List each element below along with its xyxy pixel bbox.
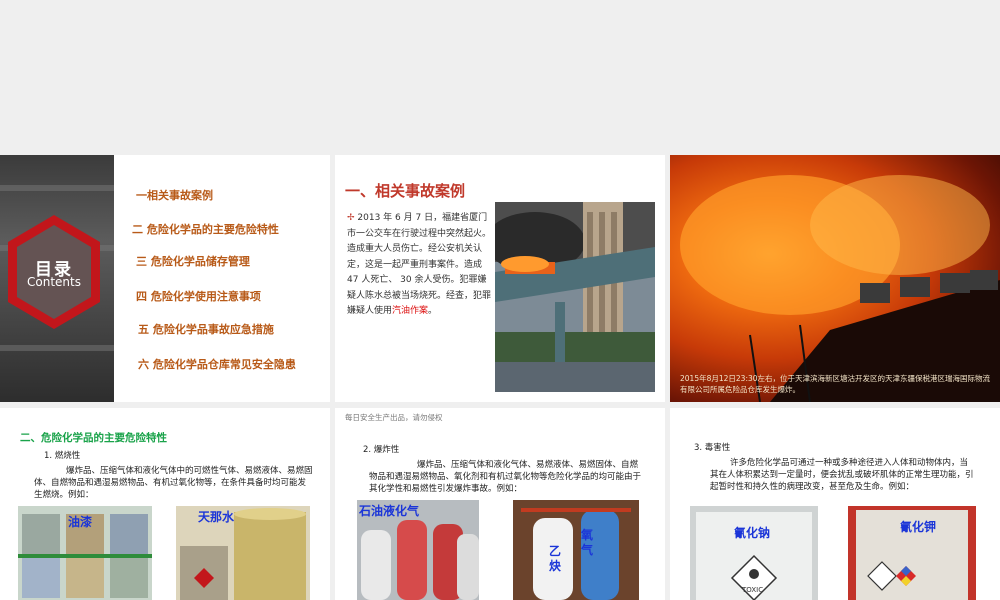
toc-item: 二 危险化学品的主要危险特性 — [132, 223, 279, 236]
slide-thumbnail-contents[interactable]: 目录 Contents 一相关事故案例 二 危险化学品的主要危险特性 三 危险化… — [0, 155, 330, 402]
paragraph: 爆炸品、压缩气体和液化气体、易燃液体、易燃固体、自燃物品和遇湿易燃物品、氧化剂和… — [369, 460, 642, 494]
slide-thumbnail-explosion[interactable]: 2015年8月12日23:30左右，位于天津滨海新区塘沽开发区的天津东疆保税港区… — [670, 155, 1000, 402]
lpg-cylinders-photo: 石油液化气 — [357, 500, 479, 600]
contents-hexagon: 目录 Contents — [6, 213, 102, 331]
slide-thumbnail-case[interactable]: 一、相关事故案例 ✢ 2013 年 6 月 7 日，福建省厦门市一公交车在行驶过… — [335, 155, 665, 402]
photo-label: 氰化钠 — [734, 526, 771, 540]
subheading: 2. 爆炸性 — [363, 445, 400, 455]
photo-label: 石油液化气 — [359, 504, 420, 518]
potassium-cyanide-photo: 氰化钾 — [848, 506, 976, 600]
paragraph: 爆炸品、压缩气体和液化气体中的可燃性气体、易燃液体、易燃固体、自燃物品和遇湿易燃… — [34, 466, 313, 500]
slide-thumbnail-flammability[interactable]: 二、危险化学品的主要危险特性 1. 燃烧性 爆炸品、压缩气体和液化气体中的可燃性… — [0, 408, 330, 600]
bullet-icon: ✢ — [347, 213, 355, 223]
paint-cans-photo: 油漆 — [18, 506, 152, 600]
case-text-end: 。 — [428, 306, 438, 316]
slide-thumbnail-toxicity[interactable]: 3. 毒害性 许多危险化学品可通过一种或多种途径进入人体和动物体内，当其在人体积… — [670, 408, 1000, 600]
toc-item: 一相关事故案例 — [136, 189, 213, 202]
case-text: 2013 年 6 月 7 日，福建省厦门市一公交车在行驶过程中突然起火。造成重大… — [347, 213, 492, 316]
toc-item: 六 危险化学品仓库常见安全隐患 — [138, 358, 296, 371]
case-highlight: 汽油作案 — [392, 306, 429, 316]
toc-item: 五 危险化学品事故应急措施 — [138, 323, 274, 336]
contents-subtitle: Contents — [27, 275, 81, 289]
photo-caption: 2015年8月12日23:30左右，位于天津滨海新区塘沽开发区的天津东疆保税港区… — [680, 374, 991, 394]
subheading: 3. 毒害性 — [694, 443, 731, 453]
toc-item: 三 危险化学品储存管理 — [136, 255, 250, 268]
blank-top-area — [0, 0, 1000, 150]
case-description: ✢ 2013 年 6 月 7 日，福建省厦门市一公交车在行驶过程中突然起火。造成… — [347, 211, 495, 320]
photo-label: 氰化钾 — [900, 520, 937, 534]
slide-thumbnail-explosiveness[interactable]: 每日安全生产出品，请勿侵权 2. 爆炸性 爆炸品、压缩气体和液化气体、易燃液体、… — [335, 408, 665, 600]
subheading: 1. 燃烧性 — [44, 451, 81, 461]
photo-label: 氧气 — [581, 528, 594, 557]
slide-title: 一、相关事故案例 — [345, 182, 466, 200]
gas-cylinders-photo: 氧气 乙炔 — [513, 500, 639, 600]
photo-label: 天那水 — [198, 510, 235, 524]
copyright-note: 每日安全生产出品，请勿侵权 — [345, 413, 443, 422]
photo-label: 乙炔 — [549, 544, 562, 573]
office-photo: 目录 Contents — [0, 155, 114, 402]
paragraph: 许多危险化学品可通过一种或多种途径进入人体和动物体内，当其在人体积累达到一定量时… — [710, 458, 974, 492]
section-heading: 二、危险化学品的主要危险特性 — [20, 432, 167, 444]
svg-text:TOXIC: TOXIC — [741, 586, 763, 594]
toc-item: 四 危险化学使用注意事项 — [136, 290, 261, 303]
thinner-photo: 天那水 — [176, 506, 310, 600]
bus-fire-photo — [495, 202, 655, 392]
explosion-photo — [670, 155, 1000, 402]
photo-label: 油漆 — [68, 515, 93, 529]
sodium-cyanide-photo: TOXIC 氰化钠 — [690, 506, 818, 600]
